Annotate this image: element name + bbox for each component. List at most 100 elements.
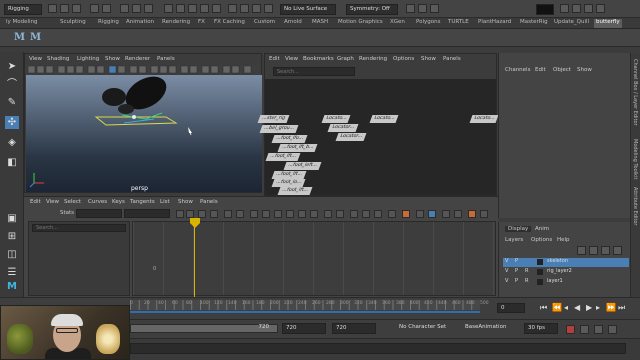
layer-tab-anim[interactable]: Anim [535,226,549,232]
current-time-marker-icon[interactable] [190,218,200,228]
node-search-input[interactable]: Search... [273,67,355,76]
viewport-canvas[interactable]: persp [26,75,262,192]
node-item[interactable]: ...foot_lft... [277,187,313,195]
character-set-dropdown[interactable]: No Character Set [396,323,454,334]
node-menu-edit[interactable]: Edit [269,56,280,62]
break-tangent-icon[interactable] [324,210,332,218]
graph-menu-select[interactable]: Select [64,199,81,205]
layer-visibility-toggle[interactable]: V [505,258,508,264]
node-item[interactable]: Locator... [327,124,359,132]
dope-sheet-icon[interactable] [442,210,450,218]
playback-end-field[interactable]: 720 [332,323,376,334]
node-menu-graph[interactable]: Graph [337,56,354,62]
node-menu-view[interactable]: View [285,56,298,62]
construction-history-icon[interactable] [228,4,237,13]
lasso-tool-icon[interactable]: ⌒ [5,78,19,91]
shelf-tab-polygons[interactable]: Polygons [414,19,442,28]
graph-menu-tangents[interactable]: Tangents [130,199,155,205]
layer-visibility-toggle[interactable]: V [505,278,508,284]
tab-channel-box-layer-editor[interactable]: Channel Box / Layer Editor [632,59,638,126]
attribute-editor-icon[interactable] [572,4,581,13]
channel-menu-show[interactable]: Show [577,67,592,73]
node-menu-rendering[interactable]: Rendering [359,56,387,62]
live-surface-field[interactable]: No Live Surface [280,4,336,15]
play-back-icon[interactable]: ◀ [574,303,580,312]
node-item[interactable]: ...foot_lft... [265,153,301,161]
spline-tangent-icon[interactable] [250,210,258,218]
auto-key-icon[interactable] [566,325,575,334]
new-scene-icon[interactable] [48,4,57,13]
layer-playback-toggle[interactable]: P [515,268,518,274]
animation-end-field[interactable]: 720 [282,323,326,334]
channel-menu-object[interactable]: Object [553,67,571,73]
layer-tab-display[interactable]: Display [505,226,532,232]
shelf-tab-butterfly[interactable]: butterfly [594,19,622,28]
retime-tool-icon[interactable] [468,210,476,218]
two-pane-layout-icon[interactable]: ◫ [5,248,19,261]
shelf-tab-planthazard[interactable]: PlantHazard [476,19,513,28]
select-object-icon[interactable] [132,4,141,13]
layer-reference-toggle[interactable]: R [525,268,528,274]
tab-attribute-editor[interactable]: Attribute Editor [632,187,638,225]
snap-grid-icon[interactable] [164,4,173,13]
move-key-icon[interactable] [176,210,184,218]
tab-modeling-toolkit[interactable]: Modeling Toolkit [632,139,638,179]
layer-visibility-toggle[interactable]: V [505,268,508,274]
shelf-tab-xgen[interactable]: XGen [388,19,407,28]
shelf-button-m-1[interactable]: M [14,32,25,43]
single-pane-layout-icon[interactable]: ▣ [5,212,19,225]
new-layer-icon[interactable] [601,246,610,255]
layer-playback-toggle[interactable]: P [515,278,518,284]
shelf-tab-sculpting[interactable]: Sculpting [58,19,88,28]
graph-menu-view[interactable]: View [46,199,59,205]
layer-row[interactable]: V P R rig_layer2 [503,268,629,277]
layer-color-swatch[interactable] [537,279,543,285]
ipr-render-icon[interactable] [252,4,261,13]
node-item[interactable]: ...foot_lfo... [271,135,308,143]
input-field[interactable] [536,4,554,15]
node-item[interactable]: ...foot_lo... [271,179,306,187]
frame-playback-icon[interactable] [236,210,244,218]
layer-menu-options[interactable]: Options [531,237,552,243]
trax-editor-icon[interactable] [454,210,462,218]
select-hierarchy-icon[interactable] [120,4,129,13]
sound-icon[interactable] [594,325,603,334]
redo-icon[interactable] [102,4,111,13]
shelf-tab-fx[interactable]: FX [196,19,207,28]
snap-view-icon[interactable] [200,4,209,13]
step-forward-key-icon[interactable]: ▸ [596,303,600,312]
stats-field-1[interactable] [76,209,122,218]
sidebar-toggle-icon[interactable] [560,4,569,13]
anim-prefs-icon[interactable] [608,325,617,334]
shelf-tab-turtle[interactable]: TURTLE [446,19,471,28]
anim-layer-dropdown[interactable]: BaseAnimation [462,323,518,334]
sign-in-icon[interactable] [430,4,439,13]
camera-icon[interactable] [418,4,427,13]
shelf-tab-custom[interactable]: Custom [252,19,277,28]
loop-icon[interactable] [580,325,589,334]
render-settings-icon[interactable] [264,4,273,13]
select-component-icon[interactable] [144,4,153,13]
free-tangent-icon[interactable] [362,210,370,218]
node-menu-options[interactable]: Options [393,56,414,62]
flat-tangent-icon[interactable] [286,210,294,218]
stats-field-2[interactable] [124,209,170,218]
shelf-tab-mash[interactable]: MASH [310,19,330,28]
snap-surface-icon[interactable] [212,4,221,13]
four-pane-layout-icon[interactable]: ⊞ [5,230,19,243]
viewport-menu-lighting[interactable]: Lighting [77,56,99,62]
layer-color-swatch[interactable] [537,259,543,265]
step-forward-icon[interactable]: ⏩ [606,303,616,312]
layer-color-swatch[interactable] [537,269,543,275]
node-menu-panels[interactable]: Panels [443,56,461,62]
node-item[interactable]: ...foot_lft_b... [277,144,318,152]
node-item[interactable]: Locato... [369,115,399,123]
step-back-key-icon[interactable]: ◂ [564,303,568,312]
channel-menu-edit[interactable]: Edit [535,67,546,73]
channel-menu-channels[interactable]: Channels [505,67,530,73]
layer-row[interactable]: V P skeleton [503,258,629,267]
region-tool-icon[interactable] [210,210,218,218]
lock-tangent-icon[interactable] [374,210,382,218]
viewport-toolbar-icons[interactable] [25,65,261,74]
graph-menu-list[interactable]: List [160,199,170,205]
